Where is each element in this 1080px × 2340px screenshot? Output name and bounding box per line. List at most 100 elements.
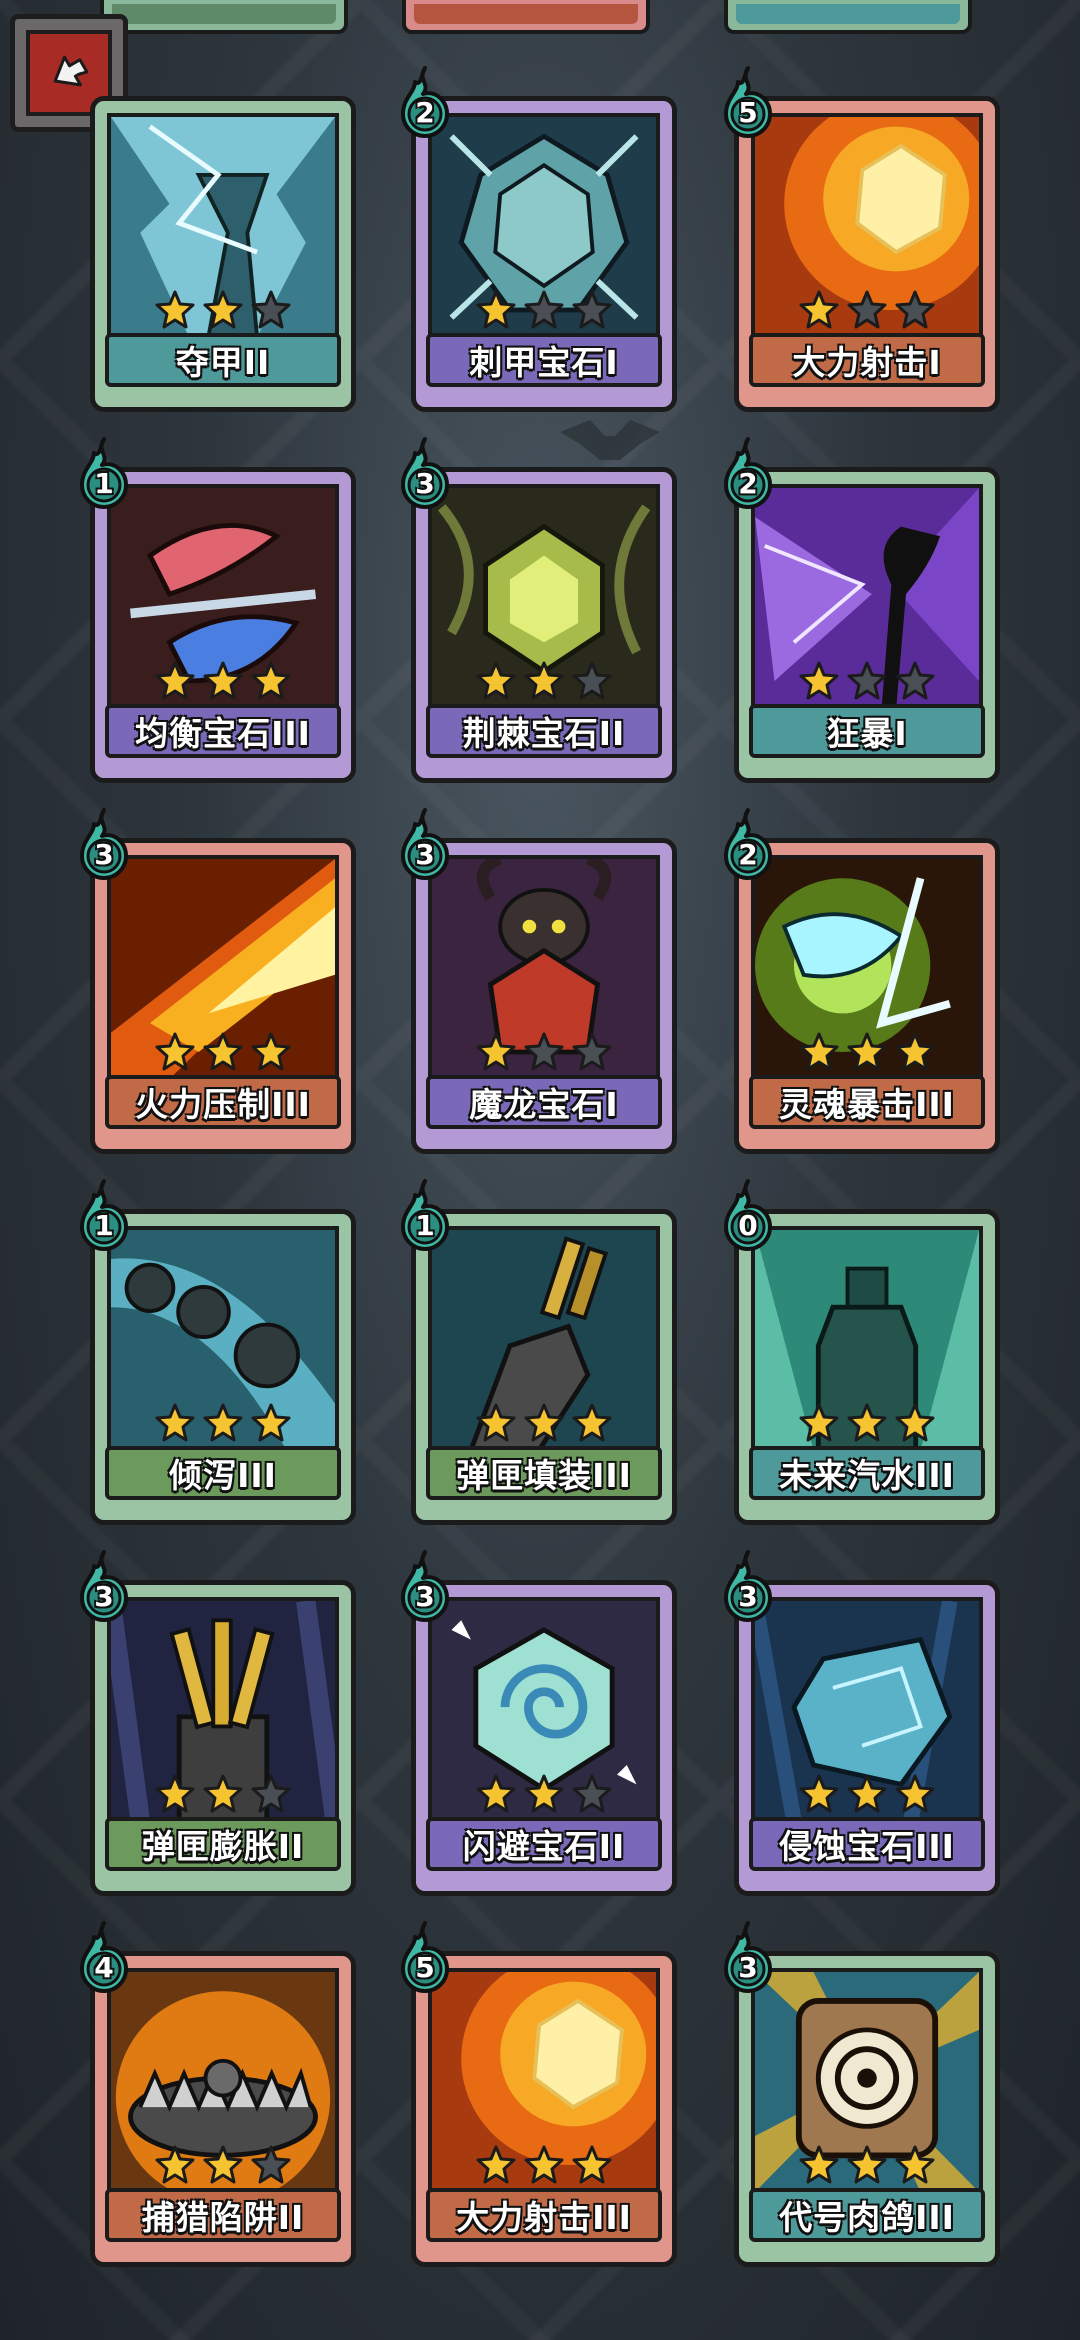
- star-empty-icon: [250, 1773, 292, 1815]
- star-filled-icon: [798, 1402, 840, 1444]
- card-name-label: 大力射击I: [749, 333, 985, 387]
- star-rating: [95, 1773, 351, 1815]
- card-name-label: 弹匣膨胀II: [105, 1817, 341, 1871]
- skill-card[interactable]: 火力压制III 3: [80, 808, 356, 1154]
- star-filled-icon: [154, 1402, 196, 1444]
- card-name-label: 弹匣填装III: [426, 1446, 662, 1500]
- skill-card[interactable]: 侵蚀宝石III 3: [724, 1550, 1000, 1896]
- star-empty-icon: [250, 2144, 292, 2186]
- skill-card[interactable]: 狂暴I 2: [724, 437, 1000, 783]
- star-filled-icon: [154, 1031, 196, 1073]
- star-filled-icon: [250, 1402, 292, 1444]
- star-filled-icon: [154, 289, 196, 331]
- energy-cost-badge: 2: [720, 808, 776, 882]
- card-frame: 侵蚀宝石III: [734, 1580, 1000, 1896]
- card-name-label: 夺甲II: [105, 333, 341, 387]
- star-rating: [95, 289, 351, 331]
- energy-cost-value: 2: [738, 838, 758, 871]
- star-filled-icon: [798, 2144, 840, 2186]
- star-filled-icon: [475, 289, 517, 331]
- energy-cost-value: 4: [94, 1951, 114, 1984]
- star-rating: [739, 2144, 995, 2186]
- card-name-label: 均衡宝石III: [105, 704, 341, 758]
- card-name-label: 魔龙宝石I: [426, 1075, 662, 1129]
- skill-card[interactable]: 均衡宝石III 1: [80, 437, 356, 783]
- skill-card[interactable]: 弹匣膨胀II 3: [80, 1550, 356, 1896]
- star-filled-icon: [894, 1402, 936, 1444]
- energy-cost-value: 3: [415, 1580, 435, 1613]
- star-filled-icon: [202, 1773, 244, 1815]
- energy-cost-value: 3: [94, 1580, 114, 1613]
- star-filled-icon: [475, 660, 517, 702]
- energy-cost-badge: 3: [76, 808, 132, 882]
- energy-cost-badge: 0: [720, 1179, 776, 1253]
- energy-cost-badge: 3: [397, 437, 453, 511]
- card-name-label: 倾泻III: [105, 1446, 341, 1500]
- star-filled-icon: [798, 1031, 840, 1073]
- card-name-label: 荆棘宝石II: [426, 704, 662, 758]
- energy-cost-badge: 3: [720, 1550, 776, 1624]
- star-rating: [416, 289, 672, 331]
- skill-card[interactable]: 刺甲宝石I 2: [401, 66, 677, 412]
- star-empty-icon: [894, 660, 936, 702]
- card-frame: 大力射击III: [411, 1951, 677, 2267]
- star-empty-icon: [523, 289, 565, 331]
- energy-cost-value: 5: [415, 1951, 435, 1984]
- star-filled-icon: [202, 660, 244, 702]
- card-frame: 魔龙宝石I: [411, 838, 677, 1154]
- card-frame: 代号肉鸽III: [734, 1951, 1000, 2267]
- skill-card[interactable]: 倾泻III 1: [80, 1179, 356, 1525]
- card-frame: 均衡宝石III: [90, 467, 356, 783]
- star-empty-icon: [523, 1031, 565, 1073]
- energy-cost-badge: 4: [76, 1921, 132, 1995]
- star-rating: [95, 1402, 351, 1444]
- star-filled-icon: [202, 289, 244, 331]
- star-filled-icon: [846, 1402, 888, 1444]
- star-empty-icon: [846, 660, 888, 702]
- skill-card[interactable]: 灵魂暴击III 2: [724, 808, 1000, 1154]
- star-filled-icon: [798, 289, 840, 331]
- star-filled-icon: [202, 1031, 244, 1073]
- energy-cost-badge: 5: [720, 66, 776, 140]
- card-frame: 未来汽水III: [734, 1209, 1000, 1525]
- star-rating: [95, 660, 351, 702]
- energy-cost-value: 3: [415, 467, 435, 500]
- skill-card[interactable]: 荆棘宝石II 3: [401, 437, 677, 783]
- energy-cost-value: 1: [415, 1209, 435, 1242]
- skill-card[interactable]: 未来汽水III 0: [724, 1179, 1000, 1525]
- energy-cost-badge: 1: [397, 1179, 453, 1253]
- card-frame: 狂暴I: [734, 467, 1000, 783]
- star-filled-icon: [846, 1773, 888, 1815]
- card-name-label: 大力射击III: [426, 2188, 662, 2242]
- skill-card[interactable]: 大力射击III 5: [401, 1921, 677, 2267]
- star-filled-icon: [523, 1773, 565, 1815]
- star-filled-icon: [571, 2144, 613, 2186]
- energy-cost-value: 5: [738, 96, 758, 129]
- star-filled-icon: [475, 1402, 517, 1444]
- card-frame: 捕猎陷阱II: [90, 1951, 356, 2267]
- star-filled-icon: [894, 1773, 936, 1815]
- star-filled-icon: [202, 2144, 244, 2186]
- star-filled-icon: [523, 1402, 565, 1444]
- card-name-label: 刺甲宝石I: [426, 333, 662, 387]
- card-grid: 夺甲II 刺甲宝石I 2 大力射击I 5 均衡宝石III 1 荆棘宝石II 3 狂暴I 2…: [0, 0, 1080, 2340]
- energy-cost-value: 0: [738, 1209, 758, 1242]
- star-rating: [739, 1031, 995, 1073]
- star-empty-icon: [571, 289, 613, 331]
- star-filled-icon: [523, 2144, 565, 2186]
- skill-card[interactable]: 捕猎陷阱II 4: [80, 1921, 356, 2267]
- skill-card[interactable]: 大力射击I 5: [724, 66, 1000, 412]
- energy-cost-value: 2: [738, 467, 758, 500]
- skill-card[interactable]: 闪避宝石II 3: [401, 1550, 677, 1896]
- card-frame: 弹匣填装III: [411, 1209, 677, 1525]
- card-name-label: 火力压制III: [105, 1075, 341, 1129]
- card-frame: 闪避宝石II: [411, 1580, 677, 1896]
- star-filled-icon: [798, 1773, 840, 1815]
- star-filled-icon: [523, 660, 565, 702]
- star-rating: [739, 289, 995, 331]
- skill-card[interactable]: 夺甲II: [80, 96, 356, 412]
- skill-card[interactable]: 弹匣填装III 1: [401, 1179, 677, 1525]
- skill-card[interactable]: 代号肉鸽III 3: [724, 1921, 1000, 2267]
- star-rating: [416, 660, 672, 702]
- skill-card[interactable]: 魔龙宝石I 3: [401, 808, 677, 1154]
